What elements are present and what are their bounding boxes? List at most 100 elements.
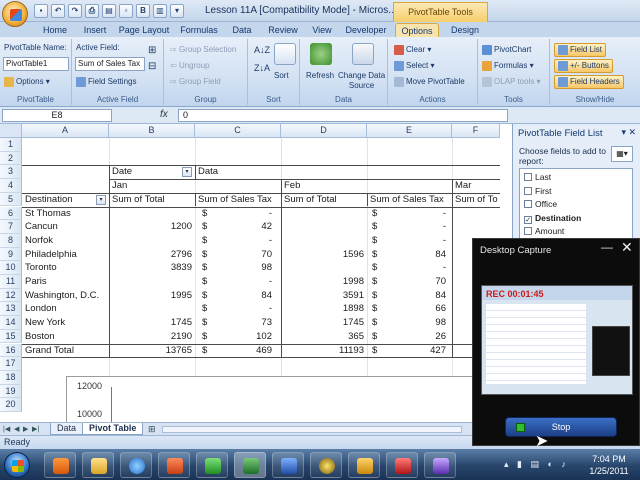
row-header[interactable]: 15	[0, 329, 22, 344]
grand-total-feb-total[interactable]: 11193	[282, 344, 366, 358]
row-header[interactable]: 12	[0, 288, 22, 303]
field-item[interactable]: Last	[524, 171, 551, 183]
field-item[interactable]: Office	[524, 198, 557, 210]
feb-total-cell[interactable]	[282, 207, 366, 221]
formulas-button[interactable]: Formulas ▾	[482, 61, 534, 71]
feb-tax-cell[interactable]: 84	[380, 289, 448, 303]
taskbar-acrobat[interactable]	[386, 452, 418, 478]
grand-total-jan-total[interactable]: 13765	[110, 344, 194, 358]
refresh-button[interactable]: Refresh	[306, 71, 334, 80]
change-data-source-button[interactable]: Change Data Source	[338, 71, 385, 91]
feb-total-cell[interactable]: 1596	[282, 248, 366, 262]
taskbar-excel[interactable]	[234, 452, 266, 478]
quick-print-icon[interactable]: ▤	[102, 4, 116, 18]
field-item[interactable]: First	[524, 185, 552, 197]
destination-cell[interactable]: Boston	[23, 330, 109, 344]
row-header[interactable]: 10	[0, 261, 22, 275]
tab-design[interactable]: Design	[446, 23, 484, 37]
clock[interactable]: 7:04 PM 1/25/2011	[580, 453, 638, 477]
save-icon[interactable]: ▪	[34, 4, 48, 18]
pivot-month-mar[interactable]: Mar	[453, 179, 500, 193]
feb-tax-cell[interactable]: -	[380, 261, 448, 275]
destination-cell[interactable]: Toronto	[23, 261, 109, 275]
stop-recording-button[interactable]: Stop	[505, 417, 617, 437]
formula-input[interactable]: 0	[178, 109, 508, 122]
jan-tax-cell[interactable]: 73	[210, 316, 274, 330]
jan-tax-cell[interactable]: -	[210, 302, 274, 316]
feb-total-cell[interactable]	[282, 220, 366, 234]
field-checkbox[interactable]	[524, 173, 532, 181]
print-icon[interactable]: ⎙	[85, 4, 99, 18]
tab-insert[interactable]: Insert	[78, 23, 112, 37]
olap-tools-button[interactable]: OLAP tools ▾	[482, 77, 541, 87]
pivot-sum-tax-header[interactable]: Sum of Sales Tax	[196, 193, 281, 207]
pivot-chart[interactable]: 12000 10000	[66, 376, 500, 422]
start-button[interactable]	[4, 452, 30, 478]
jan-total-cell[interactable]	[110, 234, 194, 248]
taskbar-internet-explorer[interactable]	[120, 452, 152, 478]
destination-cell[interactable]: Washington, D.C.	[23, 289, 109, 303]
taskbar-word[interactable]	[272, 452, 304, 478]
row-header[interactable]: 3	[0, 165, 22, 180]
jan-tax-cell[interactable]: 70	[210, 248, 274, 262]
pivot-sum-total-header[interactable]: Sum of Total	[282, 193, 367, 207]
row-header[interactable]: 18	[0, 370, 22, 385]
jan-tax-cell[interactable]: 42	[210, 220, 274, 234]
row-header[interactable]: 5	[0, 192, 22, 207]
feb-total-cell[interactable]: 365	[282, 330, 366, 344]
row-header[interactable]: 19	[0, 384, 22, 399]
jan-tax-cell[interactable]: -	[210, 207, 274, 221]
horizontal-scrollbar[interactable]	[162, 426, 462, 433]
jan-tax-cell[interactable]: 84	[210, 289, 274, 303]
feb-tax-cell[interactable]: 66	[380, 302, 448, 316]
row-header[interactable]: 20	[0, 398, 22, 412]
feb-total-cell[interactable]: 1745	[282, 316, 366, 330]
column-header-c[interactable]: C	[195, 124, 281, 138]
customize-qat-icon[interactable]: ▾	[170, 4, 184, 18]
pivot-sum-total-header[interactable]: Sum of To	[453, 193, 500, 207]
pivot-sum-tax-header[interactable]: Sum of Sales Tax	[368, 193, 452, 207]
jan-total-cell[interactable]: 3839	[110, 261, 194, 275]
destination-cell[interactable]: Norfok	[23, 234, 109, 248]
select-button[interactable]: Select ▾	[394, 61, 434, 71]
collapse-field-icon[interactable]: ⊟	[148, 61, 156, 72]
taskbar-explorer[interactable]	[82, 452, 114, 478]
clear-button[interactable]: Clear ▾	[394, 45, 431, 55]
jan-total-cell[interactable]	[110, 275, 194, 289]
taskbar-media-center[interactable]	[310, 452, 342, 478]
row-header[interactable]: 7	[0, 220, 22, 234]
field-checkbox[interactable]	[524, 227, 532, 235]
name-box[interactable]: E8	[2, 109, 112, 122]
jan-total-cell[interactable]	[110, 302, 194, 316]
jan-total-cell[interactable]: 2190	[110, 330, 194, 344]
field-settings-button[interactable]: Field Settings	[76, 77, 136, 87]
feb-total-cell[interactable]: 3591	[282, 289, 366, 303]
feb-tax-cell[interactable]: -	[380, 207, 448, 221]
row-header[interactable]: 1	[0, 138, 22, 152]
group-field-button[interactable]: ⇨ Group Field	[170, 77, 221, 86]
feb-tax-cell[interactable]: 70	[380, 275, 448, 289]
options-button[interactable]: Options ▾	[4, 77, 50, 87]
tab-options[interactable]: Options	[395, 23, 439, 37]
first-sheet-icon[interactable]: |◀	[3, 425, 10, 433]
redo-icon[interactable]: ↷	[68, 4, 82, 18]
buttons-toggle[interactable]: +/- Buttons	[554, 59, 613, 73]
undo-icon[interactable]: ↶	[51, 4, 65, 18]
pivot-month-feb[interactable]: Feb	[282, 179, 366, 193]
tab-developer[interactable]: Developer	[342, 23, 390, 37]
date-filter-dropdown-icon[interactable]: ▾	[182, 167, 192, 177]
minimize-icon[interactable]: —	[601, 240, 613, 254]
destination-cell[interactable]: Philadelphia	[23, 248, 109, 262]
grand-total-feb-tax[interactable]: 427	[380, 344, 448, 358]
feb-tax-cell[interactable]: -	[380, 234, 448, 248]
tab-data[interactable]: Data	[228, 23, 256, 37]
column-header-d[interactable]: D	[281, 124, 367, 138]
pivottable-name-input[interactable]: PivotTable1	[3, 57, 69, 71]
destination-cell[interactable]: London	[23, 302, 109, 316]
jan-total-cell[interactable]: 1745	[110, 316, 194, 330]
row-header[interactable]: 4	[0, 179, 22, 193]
feb-tax-cell[interactable]: 84	[380, 248, 448, 262]
next-sheet-icon[interactable]: ▶	[23, 425, 28, 433]
jan-tax-cell[interactable]: -	[210, 275, 274, 289]
column-header-b[interactable]: B	[109, 124, 195, 138]
